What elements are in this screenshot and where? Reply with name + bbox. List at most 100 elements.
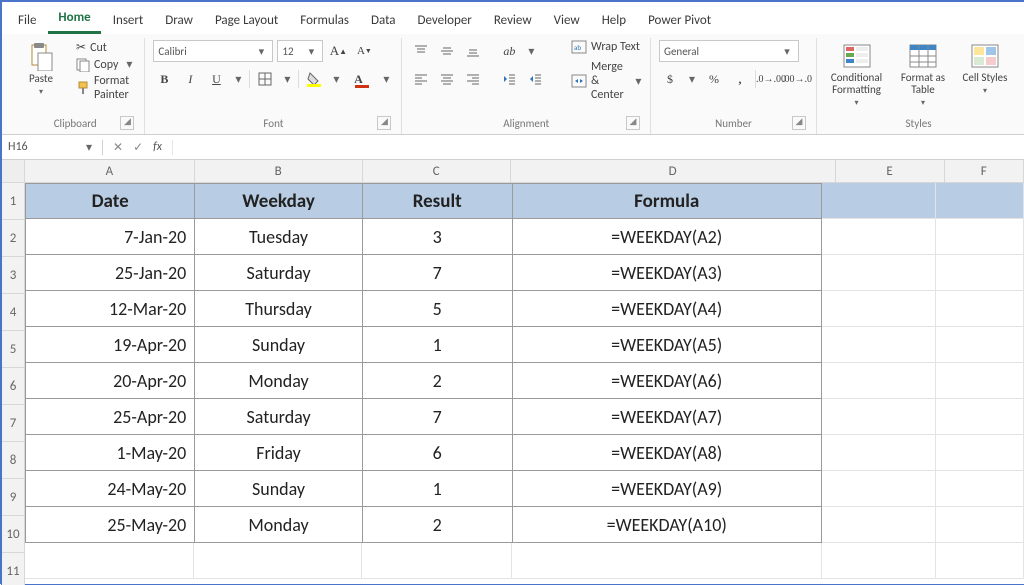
align-top-button[interactable] xyxy=(410,40,432,62)
cell[interactable]: Saturday xyxy=(195,399,363,435)
row-header[interactable]: 8 xyxy=(2,442,24,479)
chevron-down-icon[interactable]: ▾ xyxy=(524,44,538,59)
cell[interactable] xyxy=(822,471,936,507)
column-header[interactable]: E xyxy=(836,160,945,182)
row-header[interactable]: 2 xyxy=(2,220,24,257)
merge-center-button[interactable]: Merge & Center ▾ xyxy=(571,60,642,102)
italic-button[interactable]: I xyxy=(179,68,201,90)
percent-format-button[interactable]: % xyxy=(703,68,725,90)
cell[interactable] xyxy=(936,543,1024,579)
cell[interactable] xyxy=(362,543,512,579)
row-header[interactable]: 4 xyxy=(2,294,24,331)
row-header[interactable]: 7 xyxy=(2,405,24,442)
cell[interactable]: 6 xyxy=(363,435,513,471)
menu-item-review[interactable]: Review xyxy=(484,9,542,34)
cell[interactable] xyxy=(936,219,1024,255)
table-header-cell[interactable]: Weekday xyxy=(195,183,363,219)
cell[interactable] xyxy=(822,219,936,255)
cell[interactable] xyxy=(936,255,1024,291)
cell[interactable]: 25-Jan-20 xyxy=(25,255,195,291)
cell[interactable] xyxy=(822,327,936,363)
cell[interactable]: 5 xyxy=(363,291,513,327)
cell[interactable]: 12-Mar-20 xyxy=(25,291,195,327)
conditional-formatting-button[interactable]: Conditional Formatting▾ xyxy=(825,40,888,110)
cell[interactable]: Thursday xyxy=(195,291,363,327)
cell[interactable] xyxy=(512,543,822,579)
cell[interactable]: Friday xyxy=(195,435,363,471)
cell[interactable]: Monday xyxy=(195,363,363,399)
row-header[interactable]: 3 xyxy=(2,257,24,294)
cell[interactable] xyxy=(936,327,1024,363)
cell[interactable] xyxy=(822,399,936,435)
decrease-font-button[interactable]: A▼ xyxy=(353,40,375,62)
wrap-text-button[interactable]: ab Wrap Text xyxy=(571,40,642,54)
table-header-cell[interactable]: Result xyxy=(363,183,513,219)
bold-button[interactable]: B xyxy=(153,68,175,90)
align-left-button[interactable] xyxy=(410,68,432,90)
cell[interactable] xyxy=(936,507,1024,543)
select-all-button[interactable] xyxy=(2,160,24,183)
cell[interactable]: 3 xyxy=(363,219,513,255)
column-header[interactable]: C xyxy=(363,160,511,182)
column-header[interactable]: B xyxy=(195,160,363,182)
cell[interactable]: Sunday xyxy=(195,471,363,507)
cancel-icon[interactable]: ✕ xyxy=(113,140,123,155)
chevron-down-icon[interactable]: ▾ xyxy=(685,72,699,87)
cell[interactable] xyxy=(936,435,1024,471)
increase-font-button[interactable]: A▲ xyxy=(327,40,349,62)
cell[interactable]: =WEEKDAY(A3) xyxy=(513,255,822,291)
dialog-launcher-icon[interactable]: ◢ xyxy=(120,116,134,130)
cell[interactable]: =WEEKDAY(A2) xyxy=(513,219,822,255)
copy-button[interactable]: Copy ▾ xyxy=(76,57,136,72)
row-header[interactable]: 6 xyxy=(2,368,24,405)
cell[interactable]: 7 xyxy=(363,255,513,291)
cell[interactable]: =WEEKDAY(A8) xyxy=(513,435,822,471)
cell[interactable] xyxy=(936,471,1024,507)
cell[interactable]: 1 xyxy=(363,471,513,507)
cell[interactable] xyxy=(194,543,362,579)
underline-button[interactable]: U xyxy=(205,68,227,90)
accounting-format-button[interactable]: $ xyxy=(659,68,681,90)
menu-item-developer[interactable]: Developer xyxy=(408,9,482,34)
row-header[interactable]: 1 xyxy=(2,183,24,220)
decrease-decimal-button[interactable]: .00→.0 xyxy=(786,68,808,90)
cell[interactable] xyxy=(936,291,1024,327)
format-as-table-button[interactable]: Format as Table▾ xyxy=(896,40,950,110)
row-header[interactable]: 5 xyxy=(2,331,24,368)
comma-format-button[interactable]: , xyxy=(729,68,751,90)
menu-item-power-pivot[interactable]: Power Pivot xyxy=(638,9,721,34)
align-bottom-button[interactable] xyxy=(462,40,484,62)
fill-color-button[interactable] xyxy=(303,68,325,90)
menu-item-view[interactable]: View xyxy=(544,9,590,34)
borders-button[interactable] xyxy=(254,68,276,90)
column-header[interactable]: D xyxy=(511,160,836,182)
menu-item-formulas[interactable]: Formulas xyxy=(290,9,359,34)
menu-item-file[interactable]: File xyxy=(8,9,46,34)
cell[interactable] xyxy=(822,363,936,399)
dialog-launcher-icon[interactable]: ◢ xyxy=(626,116,640,130)
font-size-select[interactable]: 12▾ xyxy=(277,40,323,62)
cut-button[interactable]: ✂ Cut xyxy=(76,40,136,55)
cell[interactable]: =WEEKDAY(A5) xyxy=(513,327,822,363)
cell[interactable]: Tuesday xyxy=(195,219,363,255)
row-header[interactable]: 10 xyxy=(2,516,24,553)
row-header[interactable]: 9 xyxy=(2,479,24,516)
cell[interactable] xyxy=(822,255,936,291)
cell[interactable] xyxy=(822,435,936,471)
cell[interactable]: Monday xyxy=(195,507,363,543)
cell[interactable]: 7-Jan-20 xyxy=(25,219,195,255)
menu-item-insert[interactable]: Insert xyxy=(103,9,154,34)
cell[interactable]: 24-May-20 xyxy=(25,471,195,507)
dialog-launcher-icon[interactable]: ◢ xyxy=(792,116,806,130)
dialog-launcher-icon[interactable]: ◢ xyxy=(377,116,391,130)
name-box[interactable]: H16▾ xyxy=(2,140,103,155)
menu-item-help[interactable]: Help xyxy=(592,9,636,34)
chevron-down-icon[interactable]: ▾ xyxy=(329,72,343,87)
font-name-select[interactable]: Calibri▾ xyxy=(153,40,273,62)
row-header[interactable]: 11 xyxy=(2,553,24,585)
chevron-down-icon[interactable]: ▾ xyxy=(280,72,294,87)
cell[interactable] xyxy=(936,399,1024,435)
cell[interactable] xyxy=(822,183,936,219)
increase-decimal-button[interactable]: .0→.00 xyxy=(760,68,782,90)
cell[interactable]: 2 xyxy=(363,363,513,399)
